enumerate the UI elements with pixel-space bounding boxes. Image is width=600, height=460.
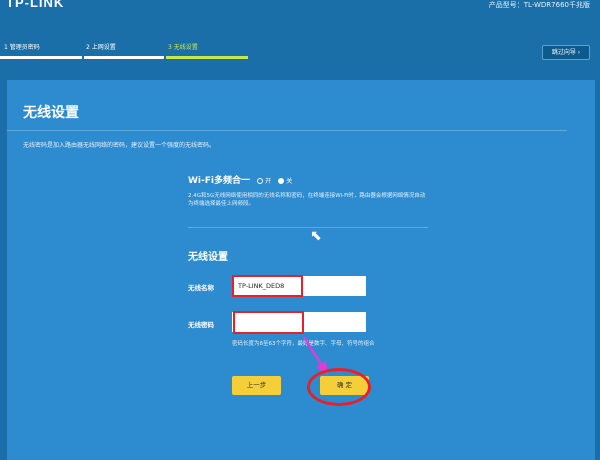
step-admin-password: 1 管理员密码: [4, 44, 40, 51]
tp-link-logo: TP-LINK: [6, 0, 65, 10]
wireless-password-input[interactable]: [232, 312, 366, 332]
section-divider: [188, 227, 428, 228]
previous-step-button[interactable]: 上一步: [232, 376, 281, 395]
page-description: 无线密码是加入路由器无线网络的密码，建议设置一个强度的无线密码。: [23, 142, 216, 149]
wifi-on-label: 开: [265, 178, 272, 185]
mouse-cursor-icon: ⬉: [310, 228, 322, 244]
wireless-settings-panel: 无线设置 无线密码是加入路由器无线网络的密码，建议设置一个强度的无线密码。 Wi…: [7, 80, 595, 460]
confirm-button[interactable]: 确 定: [320, 376, 369, 395]
title-divider: [7, 130, 567, 131]
wireless-name-label: 无线名称: [188, 284, 214, 292]
wireless-section-title: 无线设置: [188, 252, 228, 263]
step-wireless-setup: 3 无线设置: [168, 44, 198, 51]
wifi-multiband-description: 2.4G和5G无线网络使用相同的无线名称和密码，在终端连接Wi-Fi时，路由器会…: [188, 193, 426, 207]
product-model: 产品型号：TL-WDR7660千兆版: [488, 1, 590, 9]
wireless-name-input[interactable]: [232, 276, 366, 296]
wifi-off-label: 关: [286, 178, 293, 185]
wifi-multiband-row: Wi-Fi多频合一 开 关: [188, 173, 292, 186]
wifi-on-radio[interactable]: [257, 177, 264, 184]
step-1-progress: [0, 56, 82, 59]
step-2-progress: [84, 56, 164, 59]
password-hint: 密码长度为8至63个字符，最好是数字、字母、符号的组合: [232, 341, 375, 347]
wifi-off-radio[interactable]: [278, 177, 285, 184]
skip-wizard-button[interactable]: 跳过向导 ›: [542, 45, 590, 60]
wireless-password-label: 无线密码: [188, 321, 214, 329]
step-internet-setup: 2 上网设置: [86, 44, 116, 51]
step-3-progress: [166, 56, 248, 59]
wifi-multiband-label: Wi-Fi多频合一: [188, 176, 250, 186]
step-bar: 1 管理员密码 2 上网设置 3 无线设置: [0, 42, 260, 64]
page-title: 无线设置: [23, 105, 79, 121]
